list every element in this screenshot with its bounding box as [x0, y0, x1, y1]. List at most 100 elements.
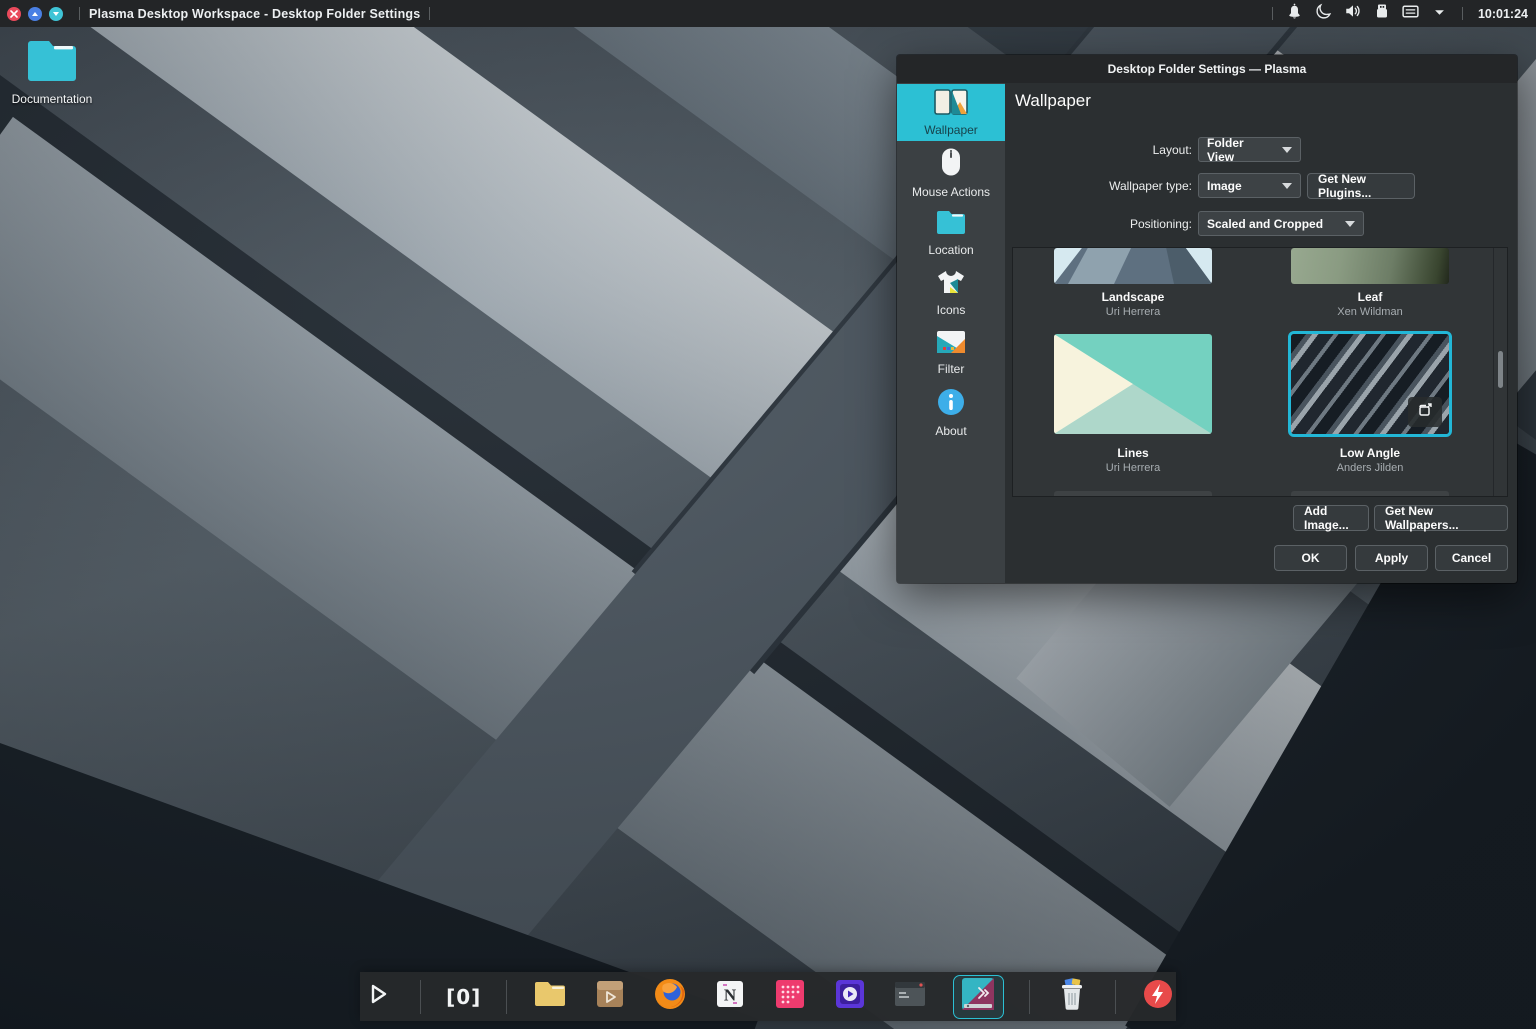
desktop-folder-label: Documentation	[10, 92, 94, 106]
wallpaper-name: Landscape	[1054, 290, 1212, 304]
wallpaper-thumb-leaf[interactable]	[1291, 248, 1449, 284]
dock-dotted-app[interactable]	[773, 979, 808, 1015]
sidebar-item-label: Location	[928, 243, 973, 257]
wallpaper-thumb-partial[interactable]	[1291, 491, 1449, 497]
apply-label: Apply	[1375, 551, 1408, 565]
wallpaper-author: Anders Jilden	[1291, 462, 1449, 474]
tray-expander[interactable]	[1431, 5, 1449, 23]
wallpaper-thumb-low-angle[interactable]	[1291, 334, 1449, 434]
folder-icon	[935, 209, 967, 240]
dock-desktop-settings-active[interactable]	[953, 975, 1004, 1019]
folder-icon	[533, 980, 567, 1013]
topbar-separator	[429, 7, 430, 20]
wallpaper-name-selected: Low Angle	[1291, 446, 1449, 460]
dock-separator	[1029, 980, 1030, 1014]
close-icon	[10, 10, 18, 18]
wallpaper-thumb-landscape[interactable]	[1054, 248, 1212, 284]
close-button[interactable]	[7, 7, 21, 21]
wallpaper-author: Xen Wildman	[1291, 306, 1449, 318]
wallpaper-icon	[934, 89, 968, 120]
moon-icon	[1315, 3, 1332, 25]
dock-terminal[interactable]	[893, 979, 928, 1015]
minimize-button[interactable]	[49, 7, 63, 21]
speaker-icon	[1344, 2, 1362, 25]
trash-icon	[1057, 977, 1087, 1016]
open-containing-folder-button[interactable]	[1408, 397, 1442, 427]
wallpaper-name: Lines	[1054, 446, 1212, 460]
dock-firefox[interactable]	[653, 979, 688, 1015]
sidebar-item-wallpaper[interactable]: Wallpaper	[897, 84, 1005, 141]
layout-dropdown[interactable]: Folder View	[1198, 137, 1301, 162]
sidebar-item-about[interactable]: About	[897, 384, 1005, 441]
topbar-separator	[1272, 7, 1273, 20]
filter-image-icon	[936, 330, 966, 359]
dialog-titlebar[interactable]: Desktop Folder Settings — Plasma	[897, 55, 1517, 83]
usb-icon	[1374, 3, 1390, 24]
window-title: Plasma Desktop Workspace - Desktop Folde…	[89, 7, 420, 21]
wallpaper-grid[interactable]: Landscape Uri Herrera Leaf Xen Wildman	[1012, 247, 1508, 497]
grid-scrollbar-thumb[interactable]	[1498, 351, 1503, 388]
removable-device-tray-item[interactable]	[1373, 5, 1391, 23]
positioning-value: Scaled and Cropped	[1207, 217, 1337, 231]
get-new-plugins-button[interactable]: Get New Plugins...	[1307, 173, 1415, 199]
dock-software-center[interactable]	[592, 979, 627, 1015]
volume-tray-item[interactable]	[1344, 5, 1362, 23]
wallpaper-type-dropdown[interactable]: Image	[1198, 173, 1301, 198]
cancel-button[interactable]: Cancel	[1435, 545, 1508, 571]
keyboard-icon	[1401, 2, 1420, 26]
sidebar-item-location[interactable]: Location	[897, 204, 1005, 261]
shirt-icon	[936, 269, 966, 300]
desktop-folder-settings-dialog: Desktop Folder Settings — Plasma Wallpap…	[897, 55, 1517, 583]
wallpaper-type-value: Image	[1207, 179, 1274, 193]
topbar-separator	[1462, 7, 1463, 20]
dock-separator	[420, 980, 421, 1014]
folder-icon	[24, 71, 80, 88]
letter-n-card-icon: N	[715, 979, 745, 1014]
lines-thumbnail-art	[1054, 334, 1212, 434]
positioning-dropdown[interactable]: Scaled and Cropped	[1198, 211, 1364, 236]
wallpaper-author: Uri Herrera	[1054, 306, 1212, 318]
desktop-folder-shortcut[interactable]: Documentation	[10, 38, 94, 106]
grid-scrollbar[interactable]	[1493, 248, 1507, 496]
chevron-down-icon	[1345, 221, 1355, 227]
dock-launcher[interactable]	[360, 979, 395, 1015]
positioning-label: Positioning:	[1012, 217, 1192, 231]
settings-sidebar: Wallpaper Mouse Actions	[897, 83, 1005, 583]
firefox-icon	[653, 977, 687, 1016]
arrow-down-icon	[52, 10, 60, 18]
sidebar-item-mouse-actions[interactable]: Mouse Actions	[897, 144, 1005, 201]
get-new-wallpapers-label: Get New Wallpapers...	[1385, 504, 1497, 532]
dock-media-player[interactable]	[833, 979, 868, 1015]
info-icon	[937, 388, 965, 421]
wallpaper-thumb-lines[interactable]	[1054, 334, 1212, 434]
dock-trash[interactable]	[1055, 979, 1090, 1015]
landscape-thumbnail-art	[1054, 248, 1212, 284]
get-new-wallpapers-button[interactable]: Get New Wallpapers...	[1374, 505, 1508, 531]
wallpaper-thumb-partial[interactable]	[1054, 491, 1212, 497]
clock[interactable]: 10:01:24	[1478, 7, 1528, 21]
wallpaper-author: Uri Herrera	[1054, 462, 1212, 474]
dock-notes-app[interactable]: N	[713, 979, 748, 1015]
mouse-icon	[940, 147, 962, 182]
apply-button[interactable]: Apply	[1355, 545, 1428, 571]
sidebar-item-label: About	[935, 424, 966, 438]
keyboard-tray-item[interactable]	[1402, 5, 1420, 23]
sidebar-item-label: Wallpaper	[924, 123, 978, 137]
chevron-down-icon	[1434, 5, 1445, 23]
dock-power[interactable]	[1141, 979, 1176, 1015]
add-image-button[interactable]: Add Image...	[1293, 505, 1369, 531]
sidebar-item-filter[interactable]: Filter	[897, 324, 1005, 381]
media-play-icon	[834, 978, 866, 1015]
notifications-tray-item[interactable]	[1286, 5, 1304, 23]
wallpaper-settings-page: Wallpaper Layout: Folder View Wallpaper …	[1005, 83, 1517, 583]
maximize-button[interactable]	[28, 7, 42, 21]
dock-file-manager[interactable]	[532, 979, 567, 1015]
dock-pager[interactable]: [0]	[446, 979, 481, 1015]
ok-button[interactable]: OK	[1274, 545, 1347, 571]
leaf-thumbnail-art	[1291, 248, 1449, 284]
dock-separator	[506, 980, 507, 1014]
night-color-tray-item[interactable]	[1315, 5, 1333, 23]
pink-dots-icon	[774, 978, 806, 1015]
sidebar-item-icons[interactable]: Icons	[897, 264, 1005, 321]
dock-panel: [0]	[360, 972, 1176, 1021]
